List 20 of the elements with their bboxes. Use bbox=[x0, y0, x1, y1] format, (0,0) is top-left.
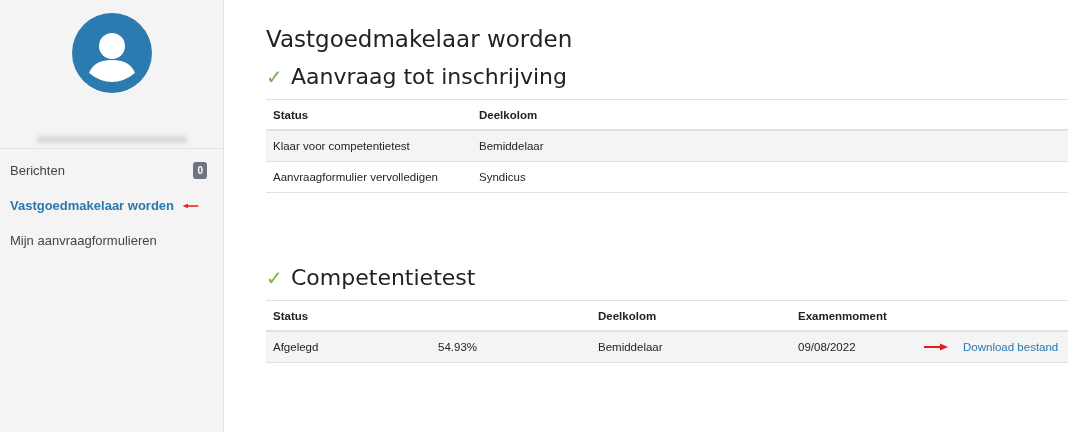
arrow-icon bbox=[923, 343, 949, 351]
sidebar-item[interactable]: Berichten 0 bbox=[0, 153, 223, 188]
avatar-icon bbox=[71, 13, 152, 93]
check-mark: ✓ bbox=[266, 65, 283, 89]
table-cell: Bemiddelaar bbox=[591, 332, 791, 363]
table-cell: Bemiddelaar bbox=[472, 131, 1068, 162]
table-cell: 09/08/2022 bbox=[791, 332, 916, 363]
section-title: Aanvraag tot inschrijving bbox=[291, 64, 568, 89]
table-cell: Syndicus bbox=[472, 162, 1068, 193]
arrow-icon bbox=[182, 201, 199, 210]
table-cell: Klaar voor competentietest bbox=[266, 131, 472, 162]
check-mark: ✓ bbox=[266, 266, 283, 290]
section-title: Competentietest bbox=[291, 265, 476, 290]
table-cell: Afgelegd bbox=[266, 332, 431, 363]
page-title: Vastgoedmakelaar worden bbox=[266, 25, 574, 54]
count-badge: 0 bbox=[193, 162, 207, 179]
sidebar-item[interactable]: Mijn aanvraagformulieren bbox=[0, 223, 223, 258]
table-cell: Aanvraagformulier vervolledigen bbox=[266, 162, 472, 193]
sidebar-item[interactable]: Vastgoedmakelaar worden bbox=[0, 188, 223, 223]
table-cell: 54.93% bbox=[431, 332, 591, 363]
